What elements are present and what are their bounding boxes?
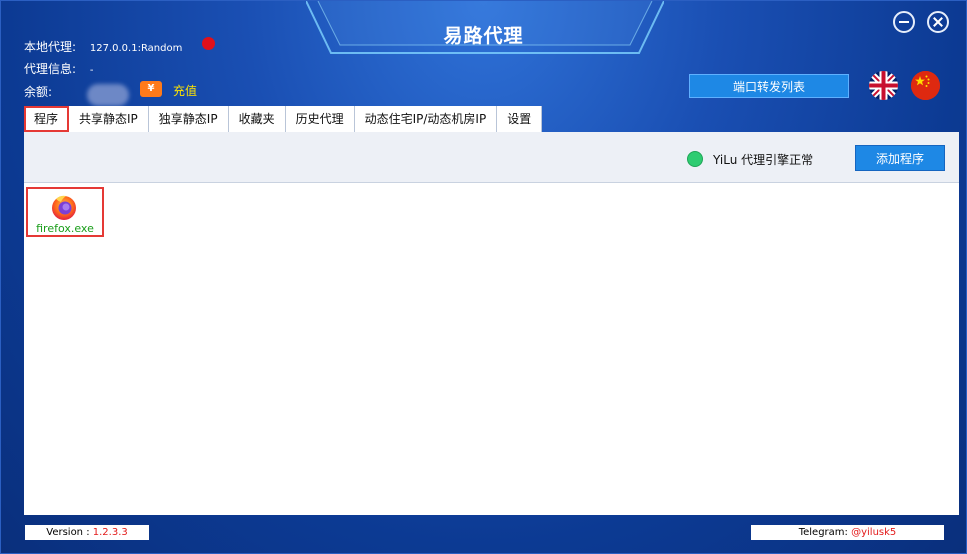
local-proxy-row: 本地代理: 127.0.0.1:Random [24,38,182,55]
balance-label: 余额: [24,85,53,99]
telegram-label: Telegram: [798,527,852,538]
tab-dedicated-static-ip[interactable]: 独享静态IP [148,106,229,132]
programs-toolbar: YiLu 代理引擎正常 添加程序 [24,132,959,183]
local-proxy-label: 本地代理: [24,40,77,54]
telegram-box[interactable]: Telegram: @yilusk5 [751,525,944,540]
tab-favorites[interactable]: 收藏夹 [228,106,286,132]
engine-status-icon [687,151,703,167]
tab-dynamic-ip[interactable]: 动态住宅IP/动态机房IP [354,106,498,132]
telegram-value[interactable]: @yilusk5 [851,527,896,538]
firefox-icon [52,195,76,220]
port-forward-list-button[interactable]: 端口转发列表 [689,74,849,98]
version-value: 1.2.3.3 [92,527,128,538]
proxy-status-indicator [202,37,215,50]
balance-row: 余额: [24,83,52,100]
tab-settings[interactable]: 设置 [497,106,543,132]
proxy-info-value: - [89,65,94,76]
main-tabs: 程序 共享静态IP 独享静态IP 收藏夹 历史代理 动态住宅IP/动态机房IP … [24,106,543,132]
add-program-button[interactable]: 添加程序 [855,145,945,171]
program-item[interactable]: firefox.exe [26,187,104,237]
uk-flag-icon[interactable] [869,71,898,100]
tab-programs[interactable]: 程序 [24,106,70,132]
balance-value-blurred [87,84,129,106]
close-button[interactable] [927,11,949,33]
proxy-info-label: 代理信息: [24,62,77,76]
china-flag-icon[interactable] [911,71,940,100]
program-name: firefox.exe [36,222,94,235]
proxy-info-row: 代理信息: - [24,60,93,77]
engine-status-text: YiLu 代理引擎正常 [713,153,814,167]
local-proxy-value: 127.0.0.1:Random [89,43,183,54]
version-box: Version : 1.2.3.3 [25,525,149,540]
version-label: Version : [46,527,93,538]
minimize-button[interactable] [893,11,915,33]
app-window: 易路代理 本地代理: 127.0.0.1:Random 代理信息: - 余额: … [0,0,967,554]
recharge-link[interactable]: 充值 [173,82,197,99]
tab-shared-static-ip[interactable]: 共享静态IP [69,106,149,132]
programs-panel: YiLu 代理引擎正常 添加程序 firefox.exe [24,132,959,515]
recharge-icon[interactable]: ¥ [140,81,162,97]
tab-history-proxy[interactable]: 历史代理 [285,106,355,132]
